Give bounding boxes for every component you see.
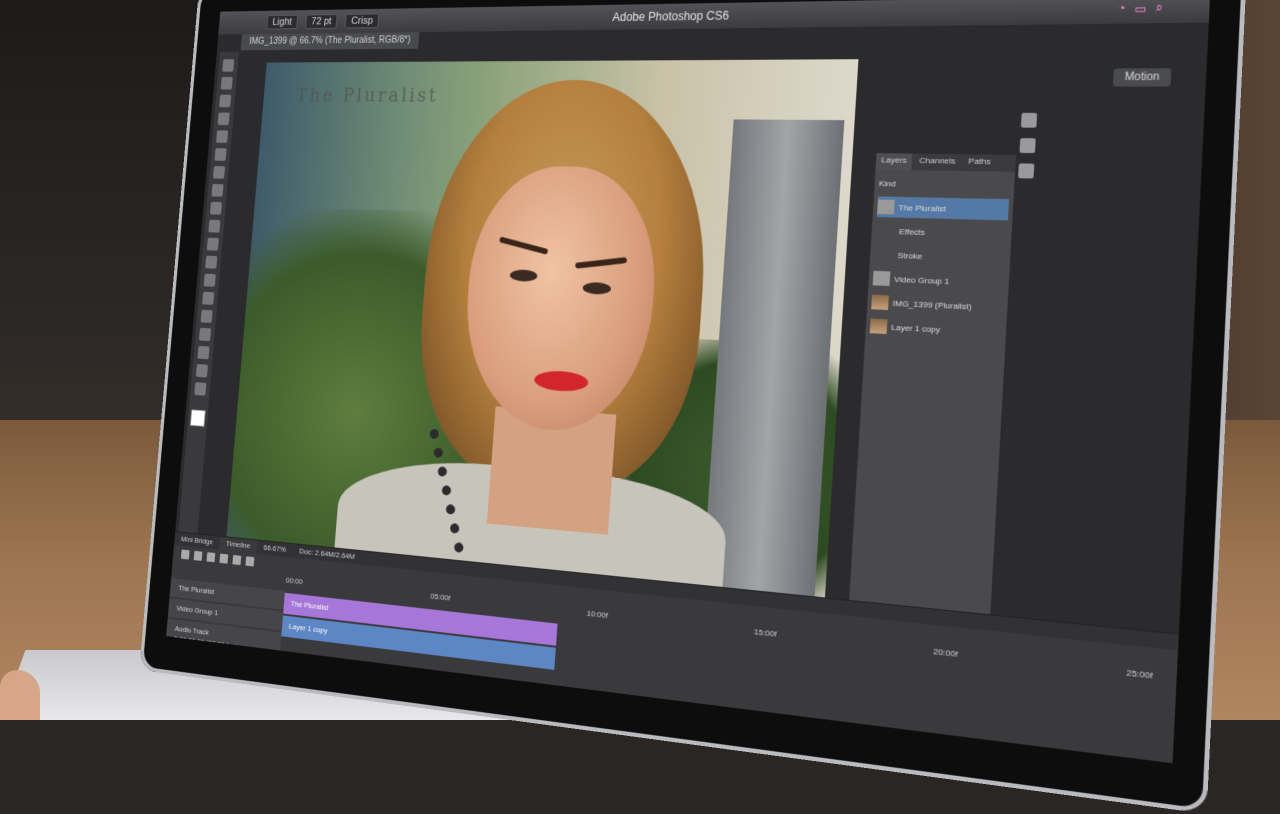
marquee-tool-icon[interactable] [221,77,233,89]
app-title: Adobe Photoshop CS6 [612,9,729,24]
left-eye [510,269,538,282]
layer-filter[interactable]: Kind [878,173,1010,196]
left-eyebrow [499,237,549,255]
folder-icon [873,271,891,286]
zoom-tool-icon[interactable] [194,382,206,396]
layer-row[interactable]: IMG_1399 (Pluralist) [871,292,1004,319]
document-tab[interactable]: IMG_1399 @ 66.7% (The Pluralist, RGB/8*) [241,32,420,50]
healing-tool-icon[interactable] [213,166,225,179]
antialias-field[interactable]: Crisp [345,13,379,28]
prev-frame-icon[interactable] [194,551,203,561]
dodge-tool-icon[interactable] [204,274,216,287]
eraser-tool-icon[interactable] [207,238,219,251]
properties-panel-icon[interactable] [1019,138,1035,153]
history-brush-icon[interactable] [208,220,220,233]
foreground-color-swatch[interactable] [190,409,206,426]
filter-label: Kind [879,178,896,188]
wifi-icon[interactable]: ◔ [1117,2,1125,16]
play-icon[interactable] [206,552,215,562]
ruler-tick: 00:00 [285,576,303,591]
workspace-switcher[interactable]: Motion [1113,68,1172,86]
layer-name: IMG_1399 (Pluralist) [892,298,971,311]
laptop-bezel: Light 72 pt Crisp Adobe Photoshop CS6 ◔ … [139,0,1247,814]
right-eye [582,282,611,295]
menubar-icons: ◔ ▭ ⌕ [1117,2,1163,17]
pen-tool-icon[interactable] [202,292,214,305]
style-field[interactable]: Light [266,15,298,30]
layer-name: Stroke [897,250,922,260]
layer-thumbnail [877,200,895,215]
type-tool-icon[interactable] [201,310,213,323]
panel-tabs: Layers Channels Paths [876,153,1016,172]
ruler-tick: 05:00f [430,592,451,608]
eyedropper-tool-icon[interactable] [214,148,226,161]
ruler-tick: 15:00f [753,627,777,644]
hand [0,670,40,720]
layer-thumbnail [871,295,889,310]
layer-name: The Pluralist [898,203,946,213]
lips [534,370,589,393]
canvas-text-layer[interactable]: The Pluralist [295,84,439,106]
tab-channels[interactable]: Channels [913,154,961,171]
shape-tool-icon[interactable] [197,346,209,359]
ruler-tick: 20:00f [933,647,958,665]
stamp-tool-icon[interactable] [210,202,222,215]
document-canvas[interactable]: The Pluralist [227,59,859,597]
layer-row[interactable]: Layer 1 copy [870,315,1003,342]
move-tool-icon[interactable] [222,59,234,71]
gradient-tool-icon[interactable] [205,256,217,269]
ruler-tick: 25:00f [1126,668,1153,687]
brush-tool-icon[interactable] [211,184,223,197]
layer-row[interactable]: Video Group 1 [872,268,1005,294]
lasso-tool-icon[interactable] [219,95,231,107]
ruler-tick: 10:00f [586,609,608,626]
right-eyebrow [575,257,627,268]
layer-name: Layer 1 copy [891,322,941,334]
size-field[interactable]: 72 pt [305,14,338,29]
next-frame-icon[interactable] [219,554,228,564]
layer-thumbnail [870,319,888,334]
battery-icon[interactable]: ▭ [1134,2,1147,16]
character-panel-icon[interactable] [1018,163,1034,178]
tab-paths[interactable]: Paths [962,154,996,171]
layer-name: Video Group 1 [894,274,950,285]
scissors-icon[interactable] [245,556,254,566]
layer-row[interactable]: The Pluralist [877,196,1009,220]
first-frame-icon[interactable] [181,549,190,559]
layer-name: Effects [899,226,925,236]
search-icon[interactable]: ⌕ [1155,2,1163,16]
crop-tool-icon[interactable] [216,130,228,143]
history-panel-icon[interactable] [1021,113,1037,128]
layer-row[interactable]: Effects [875,220,1007,245]
hand-tool-icon[interactable] [196,364,208,377]
quick-select-tool-icon[interactable] [218,113,230,126]
audio-icon[interactable] [232,555,241,565]
panel-dock [1018,113,1044,179]
screen: Light 72 pt Crisp Adobe Photoshop CS6 ◔ … [166,0,1210,763]
tab-layers[interactable]: Layers [876,153,913,170]
layer-row[interactable]: Stroke [874,244,1006,269]
layers-panel: Layers Channels Paths Kind The Pluralist… [847,153,1016,627]
path-select-tool-icon[interactable] [199,328,211,341]
